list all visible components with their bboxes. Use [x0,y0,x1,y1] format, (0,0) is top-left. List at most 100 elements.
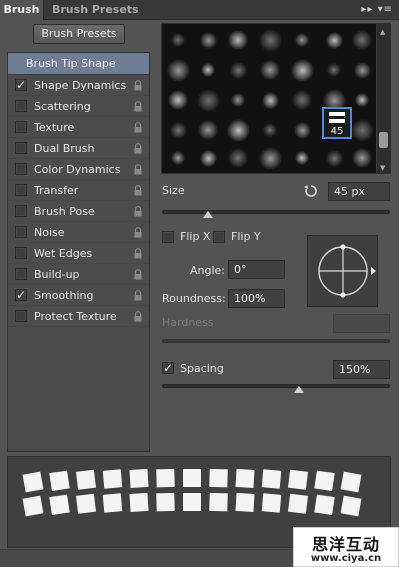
panel-menu-icon[interactable]: ▸▸ ▾≡ [361,4,393,15]
angle-input[interactable]: 0° [228,260,285,279]
brush-tip-thumb[interactable] [201,63,215,77]
lock-icon[interactable] [133,206,143,217]
flip-x-checkbox[interactable] [162,231,174,243]
lock-icon[interactable] [133,101,143,112]
lock-icon[interactable] [133,269,143,280]
brush-tip-thumb[interactable] [228,30,248,50]
stroke-square [49,470,70,491]
option-item[interactable]: Color Dynamics [8,159,149,180]
brush-tip-thumb[interactable] [327,63,341,77]
size-slider[interactable] [162,210,390,214]
brush-tip-thumb[interactable] [199,149,217,167]
reset-size-icon[interactable] [303,183,319,199]
lock-icon[interactable] [133,80,143,91]
option-item[interactable]: Scattering [8,96,149,117]
flip-x-label: Flip X [180,230,211,243]
brush-tip-thumb[interactable] [196,88,220,112]
brush-tip-thumb[interactable] [229,61,247,79]
option-item[interactable]: Build-up [8,264,149,285]
brush-tip-thumb[interactable] [263,123,277,137]
option-item[interactable]: Protect Texture [8,306,149,327]
brush-tip-thumb[interactable] [258,28,282,52]
brush-tip-thumb[interactable] [355,93,369,107]
option-checkbox[interactable] [15,142,27,154]
brush-tip-thumb[interactable] [325,149,343,167]
brush-tip-thumb[interactable] [171,151,185,165]
brush-tip-thumb[interactable] [352,148,372,168]
option-checkbox[interactable] [15,247,27,259]
stroke-square [129,492,149,512]
option-checkbox[interactable] [15,121,27,133]
brush-tip-thumb[interactable] [169,121,187,139]
option-item[interactable]: Texture [8,117,149,138]
option-item[interactable]: Noise [8,222,149,243]
option-checkbox[interactable] [15,205,27,217]
brush-tip-thumb[interactable] [168,90,188,110]
option-checkbox[interactable] [15,184,27,196]
lock-icon[interactable] [133,143,143,154]
brush-tip-thumb[interactable] [293,121,311,139]
option-checkbox[interactable] [15,268,27,280]
brush-tip-thumb[interactable] [261,91,279,109]
option-item[interactable]: ✓ Smoothing [8,285,149,306]
brush-presets-button[interactable]: Brush Presets [33,24,125,44]
lock-icon[interactable] [133,185,143,196]
stroke-square [261,469,282,489]
option-checkbox[interactable] [15,100,27,112]
size-input[interactable]: 45 px [328,182,390,201]
scroll-thumb[interactable] [379,132,388,148]
option-item[interactable]: Brush Pose [8,201,149,222]
scroll-down-icon[interactable]: ▼ [380,164,385,172]
brush-tip-thumb[interactable] [295,151,309,165]
option-item[interactable]: Dual Brush [8,138,149,159]
lock-icon[interactable] [133,248,143,259]
brush-tip-thumb[interactable] [231,93,245,107]
lock-icon[interactable] [133,122,143,133]
lock-icon[interactable] [133,164,143,175]
option-checkbox[interactable] [15,310,27,322]
spacing-checkbox[interactable]: ✓ [162,362,174,374]
brush-tip-thumb[interactable] [292,90,312,110]
brush-tip-shape-item[interactable]: Brush Tip Shape [8,53,149,75]
lock-icon[interactable] [133,227,143,238]
size-slider-knob[interactable] [202,211,213,218]
lock-icon[interactable] [133,311,143,322]
brush-tip-thumb[interactable] [198,120,218,140]
lock-icon[interactable] [133,290,143,301]
tab-brush-presets[interactable]: Brush Presets [52,0,139,20]
spacing-slider-knob[interactable] [293,386,304,393]
stroke-square [288,469,308,490]
flip-y-checkbox[interactable] [213,231,225,243]
brush-tip-thumb[interactable] [228,148,248,168]
option-item[interactable]: Wet Edges [8,243,149,264]
option-checkbox[interactable]: ✓ [15,289,27,301]
brush-tip-thumb[interactable] [258,146,282,170]
scroll-up-icon[interactable]: ▲ [380,28,385,36]
brush-tip-thumb[interactable] [226,118,250,142]
brush-tip-thumb[interactable] [325,31,343,49]
option-item[interactable]: ✓ Shape Dynamics [8,75,149,96]
brush-tip-thumb[interactable] [166,58,190,82]
selected-brush-tip[interactable]: 45 [322,107,352,139]
brush-tip-thumb[interactable] [260,60,280,80]
angle-roundness-widget[interactable] [307,235,378,307]
brush-tip-thumb[interactable] [352,30,372,50]
brush-tip-thumb[interactable] [350,118,374,142]
tab-brush[interactable]: Brush [0,0,44,20]
angle-dial-icon [318,244,376,298]
brush-tip-thumb[interactable] [290,58,314,82]
option-label: Shape Dynamics [34,79,127,92]
option-item[interactable]: Transfer [8,180,149,201]
brush-tip-grid[interactable]: ▲ ▼ [161,23,391,174]
spacing-input[interactable]: 150% [333,360,390,379]
brush-tip-thumb[interactable] [353,61,371,79]
brush-tip-thumb[interactable] [199,31,217,49]
brush-tip-thumb[interactable] [171,33,185,47]
brush-tip-scrollbar[interactable]: ▲ ▼ [376,24,390,173]
option-checkbox[interactable]: ✓ [15,79,27,91]
spacing-slider[interactable] [162,384,390,388]
roundness-input[interactable]: 100% [228,289,285,308]
brush-tip-thumb[interactable] [295,33,309,47]
option-checkbox[interactable] [15,163,27,175]
option-checkbox[interactable] [15,226,27,238]
